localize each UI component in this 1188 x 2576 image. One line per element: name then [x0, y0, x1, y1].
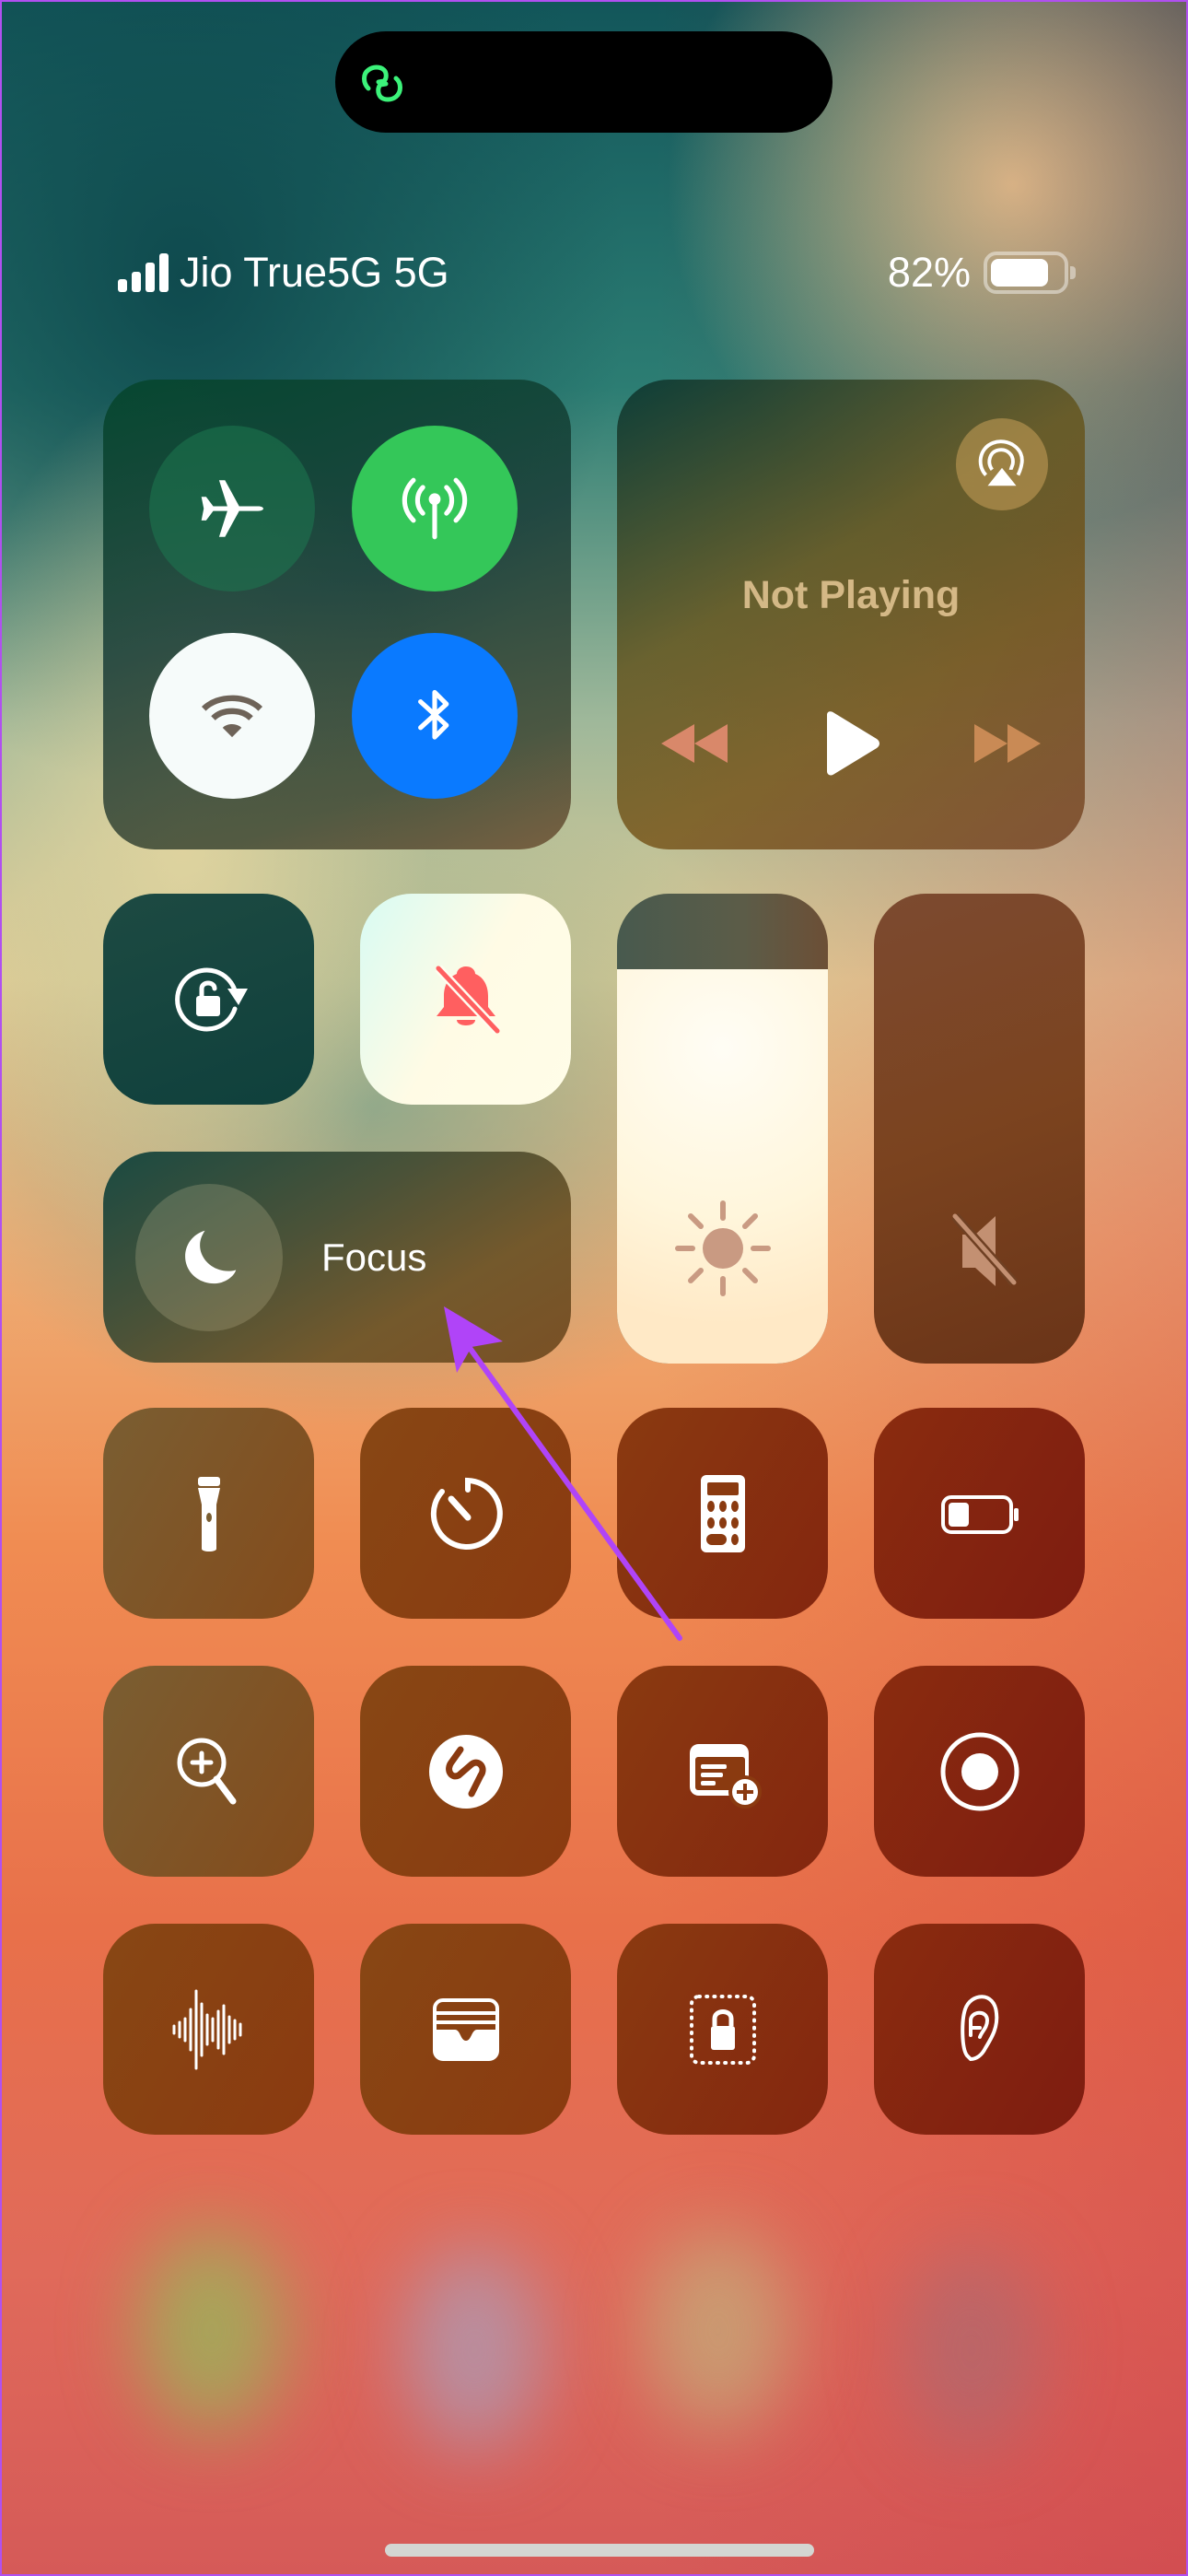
ear-icon [960, 1994, 998, 2061]
bluetooth-icon [418, 689, 449, 740]
blurred-app-icon [138, 2230, 285, 2432]
now-playing-title: Not Playing [741, 573, 961, 617]
flashlight-button[interactable] [103, 1408, 314, 1619]
brightness-level-fill [617, 968, 828, 1364]
calculator-button[interactable] [617, 1408, 828, 1619]
airplane-icon [201, 480, 263, 537]
battery-level-fill [991, 259, 1049, 287]
focus-button[interactable]: Focus [103, 1152, 571, 1363]
carrier-name: Jio True5G 5G [180, 249, 449, 296]
home-indicator[interactable] [385, 2544, 814, 2557]
cellular-data-toggle[interactable] [352, 426, 518, 591]
screen-recording-button[interactable] [874, 1666, 1085, 1877]
dynamic-island[interactable] [335, 31, 833, 133]
wallet-button[interactable] [360, 1924, 571, 2135]
speaker-muted-icon [950, 1212, 1018, 1286]
magnifier-button[interactable] [103, 1666, 314, 1877]
record-icon [940, 1732, 1019, 1810]
blurred-app-icon [645, 2230, 792, 2432]
airplay-icon [978, 439, 1024, 486]
airplane-mode-toggle[interactable] [149, 426, 315, 591]
bluetooth-toggle[interactable] [352, 633, 518, 799]
guided-access-icon [689, 1994, 756, 2065]
play-button[interactable] [809, 707, 892, 780]
wifi-icon [201, 695, 263, 738]
quick-note-button[interactable] [617, 1666, 828, 1877]
status-bar-left: Jio True5G 5G [118, 247, 449, 299]
hearing-button[interactable] [874, 1924, 1085, 2135]
moon-icon [185, 1230, 237, 1283]
fast-forward-icon [974, 724, 1041, 763]
link-icon [362, 64, 402, 102]
flashlight-icon [197, 1476, 220, 1551]
wifi-toggle[interactable] [149, 633, 315, 799]
volume-slider[interactable] [874, 894, 1085, 1364]
quick-note-icon [689, 1743, 762, 1809]
shazam-button[interactable] [360, 1666, 571, 1877]
play-icon [827, 711, 879, 776]
status-bar-right: 82% [887, 247, 1076, 299]
battery-percentage: 82% [887, 249, 971, 296]
magnifier-icon [177, 1738, 236, 1804]
airplay-button[interactable] [956, 418, 1048, 510]
rewind-button[interactable] [653, 707, 736, 780]
fast-forward-button[interactable] [966, 707, 1049, 780]
battery-icon [984, 252, 1076, 294]
connectivity-module[interactable] [103, 380, 571, 849]
blurred-app-icon [903, 2248, 1041, 2451]
blurred-app-icon [405, 2248, 543, 2451]
low-power-mode-button[interactable] [874, 1408, 1085, 1619]
timer-button[interactable] [360, 1408, 571, 1619]
focus-label: Focus [321, 1235, 427, 1279]
battery-icon [940, 1494, 1019, 1534]
guided-access-button[interactable] [617, 1924, 828, 2135]
cellular-signal-icon [118, 253, 169, 292]
antenna-icon [402, 477, 468, 540]
brightness-slider[interactable] [617, 894, 828, 1364]
now-playing-module[interactable]: Not Playing [617, 380, 1085, 849]
sun-icon [674, 1200, 771, 1296]
rewind-icon [661, 724, 728, 763]
silent-mode-toggle[interactable] [360, 894, 571, 1105]
playback-controls [617, 707, 1085, 780]
focus-icon-circle [135, 1183, 283, 1331]
voice-memos-button[interactable] [103, 1924, 314, 2135]
waveform-icon [172, 1989, 241, 2069]
shazam-icon [428, 1734, 503, 1809]
calculator-icon [700, 1474, 745, 1552]
orientation-lock-toggle[interactable] [103, 894, 314, 1105]
wallet-icon [432, 1997, 499, 2061]
rotation-lock-icon [174, 967, 248, 1031]
bell-slash-icon [434, 965, 501, 1034]
timer-icon [430, 1477, 503, 1550]
